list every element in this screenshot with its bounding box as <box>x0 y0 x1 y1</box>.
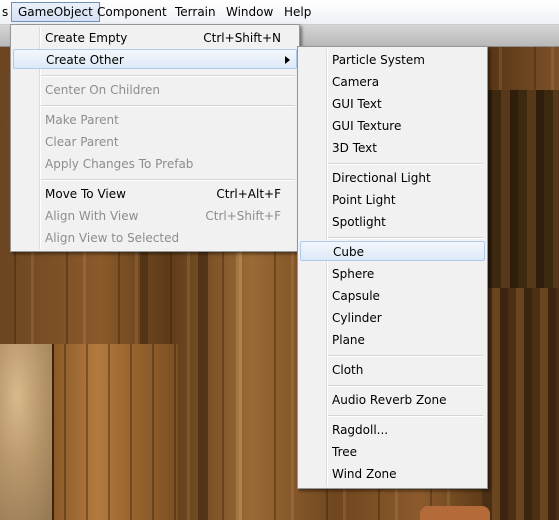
submenu-item-particle-system[interactable]: Particle System <box>300 50 483 70</box>
menu-item-label: Move To View <box>45 187 126 201</box>
menu-separator <box>328 415 483 417</box>
submenu-item-sphere[interactable]: Sphere <box>300 264 483 284</box>
menu-component[interactable]: Component <box>91 3 173 21</box>
submenu-item-cloth[interactable]: Cloth <box>300 360 483 380</box>
gameobject-menu: Create Empty Ctrl+Shift+N Create Other C… <box>10 24 300 252</box>
menu-separator <box>328 237 483 239</box>
menu-item-make-parent[interactable]: Make Parent <box>13 110 295 130</box>
menu-item-label: Cube <box>333 245 364 259</box>
menu-item-label: Align View to Selected <box>45 231 180 245</box>
menu-item-shortcut: Ctrl+Shift+N <box>203 31 281 45</box>
menu-gameobject[interactable]: GameObject <box>11 2 100 22</box>
menu-separator <box>41 75 295 77</box>
menu-item-label: Audio Reverb Zone <box>332 393 447 407</box>
menu-item-create-other[interactable]: Create Other <box>13 49 297 69</box>
menu-item-label: Cloth <box>332 363 364 377</box>
menu-item-label: Clear Parent <box>45 135 119 149</box>
menu-item-label: GUI Texture <box>332 119 402 133</box>
menu-item-apply-changes-to-prefab[interactable]: Apply Changes To Prefab <box>13 154 295 174</box>
menu-item-label: Sphere <box>332 267 375 281</box>
submenu-item-gui-text[interactable]: GUI Text <box>300 94 483 114</box>
submenu-item-cube[interactable]: Cube <box>300 241 485 261</box>
menu-item-create-empty[interactable]: Create Empty Ctrl+Shift+N <box>13 28 295 48</box>
menu-item-label: Spotlight <box>332 215 386 229</box>
menu-item-label: Camera <box>332 75 380 89</box>
sand-floor <box>0 344 58 520</box>
submenu-item-plane[interactable]: Plane <box>300 330 483 350</box>
menu-separator <box>41 105 295 107</box>
menu-separator <box>328 385 483 387</box>
menu-item-shortcut: Ctrl+Shift+F <box>205 209 281 223</box>
menu-item-label: Center On Children <box>45 83 160 97</box>
menu-item-label: Align With View <box>45 209 139 223</box>
submenu-item-capsule[interactable]: Capsule <box>300 286 483 306</box>
menu-item-label: Create Other <box>46 53 124 67</box>
menu-help[interactable]: Help <box>278 3 317 21</box>
menu-item-align-with-view[interactable]: Align With View Ctrl+Shift+F <box>13 206 295 226</box>
menu-item-shortcut: Ctrl+Alt+F <box>216 187 281 201</box>
menu-window[interactable]: Window <box>220 3 279 21</box>
menu-item-label: Plane <box>332 333 365 347</box>
menu-separator <box>41 179 295 181</box>
menu-item-label: Directional Light <box>332 171 431 185</box>
submenu-item-wind-zone[interactable]: Wind Zone <box>300 464 483 484</box>
menu-item-label: Point Light <box>332 193 396 207</box>
submenu-item-gui-texture[interactable]: GUI Texture <box>300 116 483 136</box>
menu-item-label: GUI Text <box>332 97 382 111</box>
menu-item-label: Wind Zone <box>332 467 397 481</box>
submenu-item-directional-light[interactable]: Directional Light <box>300 168 483 188</box>
create-other-submenu: Particle System Camera GUI Text GUI Text… <box>297 46 488 489</box>
clay-object <box>420 506 490 520</box>
menu-item-move-to-view[interactable]: Move To View Ctrl+Alt+F <box>13 184 295 204</box>
menu-item-label: Tree <box>332 445 358 459</box>
submenu-item-spotlight[interactable]: Spotlight <box>300 212 483 232</box>
menu-item-label: Apply Changes To Prefab <box>45 157 194 171</box>
menu-bar: s GameObject Component Terrain Window He… <box>0 0 559 25</box>
chevron-right-icon <box>285 56 290 64</box>
submenu-item-3d-text[interactable]: 3D Text <box>300 138 483 158</box>
submenu-item-ragdoll[interactable]: Ragdoll... <box>300 420 483 440</box>
menu-item-center-on-children[interactable]: Center On Children <box>13 80 295 100</box>
wood-right-panel <box>484 288 559 520</box>
submenu-item-camera[interactable]: Camera <box>300 72 483 92</box>
menu-item-label: Capsule <box>332 289 380 303</box>
submenu-item-cylinder[interactable]: Cylinder <box>300 308 483 328</box>
wooden-crate <box>52 344 178 520</box>
menu-separator <box>328 355 483 357</box>
menu-item-label: Make Parent <box>45 113 119 127</box>
submenu-item-point-light[interactable]: Point Light <box>300 190 483 210</box>
menu-separator <box>328 163 483 165</box>
menu-item-label: Ragdoll... <box>332 423 389 437</box>
menu-item-clear-parent[interactable]: Clear Parent <box>13 132 295 152</box>
menu-item-label: Create Empty <box>45 31 128 45</box>
menu-item-label: Cylinder <box>332 311 382 325</box>
submenu-item-audio-reverb-zone[interactable]: Audio Reverb Zone <box>300 390 483 410</box>
menu-item-align-view-to-selected[interactable]: Align View to Selected <box>13 228 295 248</box>
menu-item-label: 3D Text <box>332 141 377 155</box>
submenu-item-tree[interactable]: Tree <box>300 442 483 462</box>
menu-item-label: Particle System <box>332 53 425 67</box>
menu-terrain[interactable]: Terrain <box>169 3 222 21</box>
